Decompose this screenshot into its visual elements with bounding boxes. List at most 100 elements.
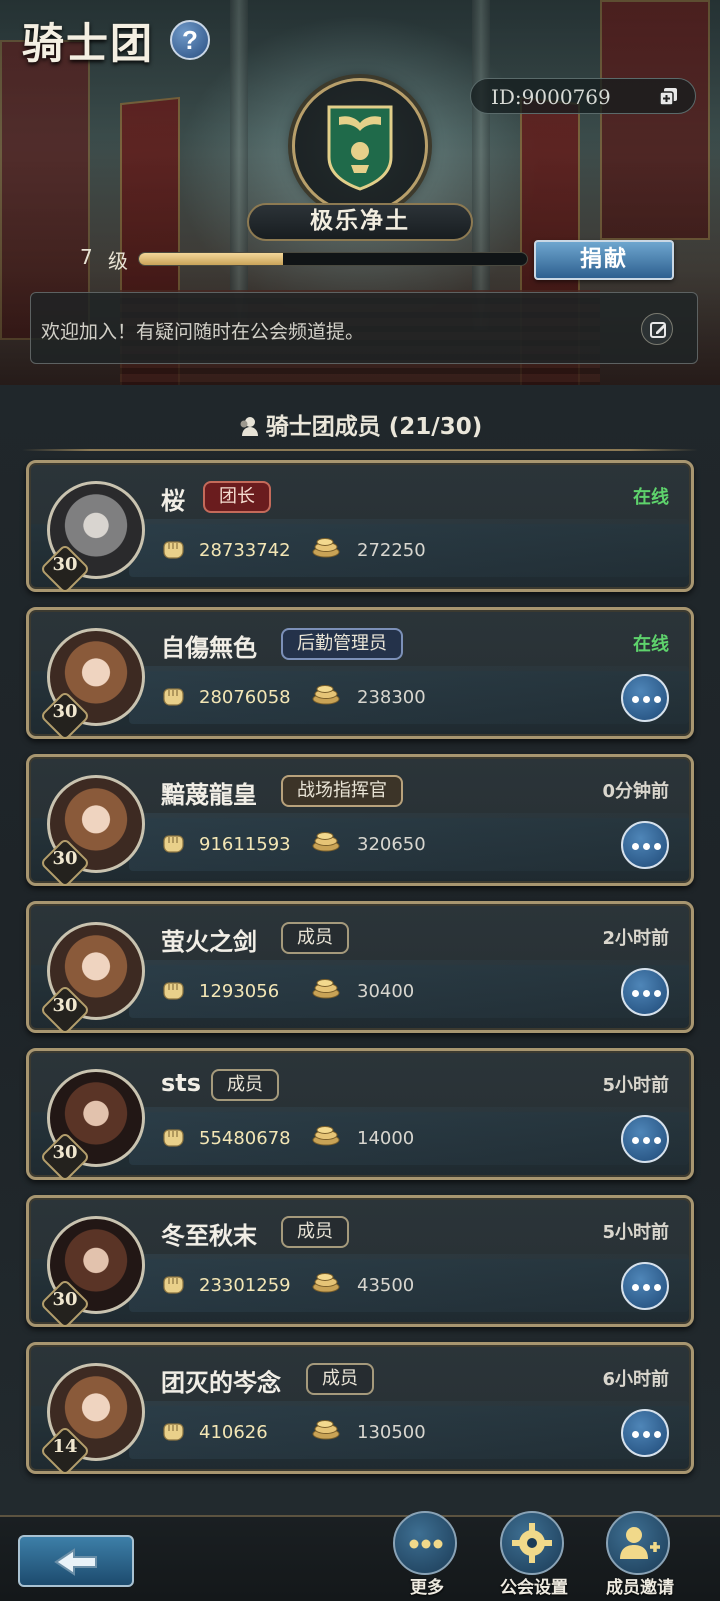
- guild-level-unit: 级: [108, 249, 128, 273]
- more-options-button[interactable]: [621, 1409, 669, 1457]
- role-badge: 后勤管理员: [281, 628, 403, 660]
- invite-member-button[interactable]: 成员邀请: [590, 1511, 690, 1601]
- help-icon[interactable]: ?: [170, 20, 210, 60]
- fist-icon: [161, 1420, 187, 1442]
- coin-stack-icon: [311, 830, 341, 852]
- role-badge: 成员: [281, 922, 349, 954]
- member-level: 30: [52, 1289, 78, 1310]
- member-card[interactable]: 30 萤火之剑 成员 2小时前 1293056 30400: [26, 901, 694, 1036]
- member-level: 14: [52, 1436, 78, 1457]
- more-options-button[interactable]: [621, 968, 669, 1016]
- fist-icon: [161, 832, 187, 854]
- member-status: 2小时前: [602, 928, 669, 949]
- donate-button[interactable]: 捐献: [534, 240, 674, 280]
- member-power: 28076058: [199, 687, 291, 708]
- member-status: 5小时前: [602, 1075, 669, 1096]
- member-power: 55480678: [199, 1128, 291, 1149]
- member-contribution: 320650: [357, 834, 426, 855]
- members-title: 骑士团成员 (21/30): [265, 414, 483, 440]
- member-status: 0分钟前: [602, 781, 669, 802]
- fist-icon: [161, 1273, 187, 1295]
- member-contribution: 238300: [357, 687, 426, 708]
- more-menu-button[interactable]: 更多: [377, 1511, 477, 1601]
- more-options-button[interactable]: [621, 1115, 669, 1163]
- guild-id-box: ID:9000769: [470, 78, 696, 114]
- fist-icon: [161, 685, 187, 707]
- guild-notice: 欢迎加入！有疑问随时在公会频道提。: [30, 292, 698, 364]
- more-options-button[interactable]: [621, 821, 669, 869]
- member-card[interactable]: 30 自傷無色 后勤管理员 在线 28076058 238300: [26, 607, 694, 742]
- level-progress-fill: [139, 253, 283, 265]
- fist-icon: [161, 1126, 187, 1148]
- gear-icon: [500, 1511, 564, 1575]
- page-title: 骑士团: [22, 19, 155, 68]
- member-level: 30: [52, 1142, 78, 1163]
- notice-text: 欢迎加入！有疑问随时在公会频道提。: [41, 321, 365, 343]
- member-name: 团灭的岑念: [161, 1369, 281, 1397]
- member-power: 91611593: [199, 834, 291, 855]
- coin-stack-icon: [311, 977, 341, 999]
- members-section: 骑士团成员 (21/30) 30 桜团长 在线 28733742 272250 30 自傷無…: [0, 385, 720, 1515]
- copy-icon[interactable]: [659, 87, 679, 107]
- more-menu-label: 更多: [410, 1578, 444, 1598]
- coin-stack-icon: [311, 1271, 341, 1293]
- member-level: 30: [52, 848, 78, 869]
- member-power: 28733742: [199, 540, 291, 561]
- bottom-bar: 更多 公会设置 成员邀请: [0, 1511, 720, 1601]
- more-options-button[interactable]: [621, 1262, 669, 1310]
- member-contribution: 30400: [357, 981, 415, 1002]
- member-contribution: 14000: [357, 1128, 415, 1149]
- member-card[interactable]: 30 sts 成员 5小时前 55480678 14000: [26, 1048, 694, 1183]
- guild-settings-button[interactable]: 公会设置: [484, 1511, 584, 1601]
- member-name: 黯蔑龍皇: [161, 781, 257, 809]
- role-badge: 战场指挥官: [281, 775, 403, 807]
- member-power: 1293056: [199, 981, 280, 1002]
- add-person-icon: [606, 1511, 670, 1575]
- coin-stack-icon: [311, 1418, 341, 1440]
- member-name: sts: [161, 1069, 202, 1097]
- members-icon: [240, 417, 258, 436]
- coin-stack-icon: [311, 1124, 341, 1146]
- guild-id: ID:9000769: [491, 85, 611, 109]
- guild-emblem: [292, 78, 428, 214]
- section-divider: [22, 449, 698, 451]
- role-badge: 团长: [203, 481, 271, 513]
- guild-name: 极乐净土: [310, 208, 410, 234]
- more-options-button[interactable]: [621, 674, 669, 722]
- member-card[interactable]: 14 团灭的岑念 成员 6小时前 410626 130500: [26, 1342, 694, 1477]
- ellipsis-icon: [393, 1511, 457, 1575]
- member-level: 30: [52, 554, 78, 575]
- role-badge: 成员: [306, 1363, 374, 1395]
- member-contribution: 130500: [357, 1422, 426, 1443]
- member-status: 5小时前: [602, 1222, 669, 1243]
- guild-name-plate: 极乐净土: [247, 203, 473, 241]
- back-button[interactable]: [18, 1535, 134, 1587]
- member-status: 6小时前: [602, 1369, 669, 1390]
- role-badge: 成员: [211, 1069, 279, 1101]
- member-contribution: 43500: [357, 1275, 415, 1296]
- member-name: 萤火之剑: [161, 928, 257, 956]
- role-badge: 成员: [281, 1216, 349, 1248]
- member-card[interactable]: 30 黯蔑龍皇 战场指挥官 0分钟前 91611593 320650: [26, 754, 694, 889]
- member-card[interactable]: 30 冬至秋末 成员 5小时前 23301259 43500: [26, 1195, 694, 1330]
- member-name: 冬至秋末: [161, 1222, 257, 1250]
- coin-stack-icon: [311, 536, 341, 558]
- fist-icon: [161, 979, 187, 1001]
- member-card[interactable]: 30 桜团长 在线 28733742 272250: [26, 460, 694, 595]
- member-contribution: 272250: [357, 540, 426, 561]
- member-status: 在线: [633, 487, 669, 508]
- coin-stack-icon: [311, 683, 341, 705]
- guild-settings-label: 公会设置: [500, 1578, 568, 1598]
- guild-header: 骑士团 ? ID:9000769 极乐净土 7 级 捐献 欢迎加入！有疑问随时在…: [0, 0, 720, 385]
- edit-icon[interactable]: [641, 313, 673, 345]
- guild-level: 7: [80, 245, 93, 269]
- shield-icon: [327, 105, 393, 191]
- member-status: 在线: [633, 634, 669, 655]
- members-title-row: 骑士团成员 (21/30): [0, 407, 720, 441]
- member-name: 桜: [161, 487, 185, 515]
- member-name: 自傷無色: [161, 634, 257, 662]
- member-level: 30: [52, 995, 78, 1016]
- back-arrow-icon: [54, 1548, 97, 1576]
- invite-member-label: 成员邀请: [606, 1578, 674, 1598]
- level-progress-bar: [138, 252, 528, 266]
